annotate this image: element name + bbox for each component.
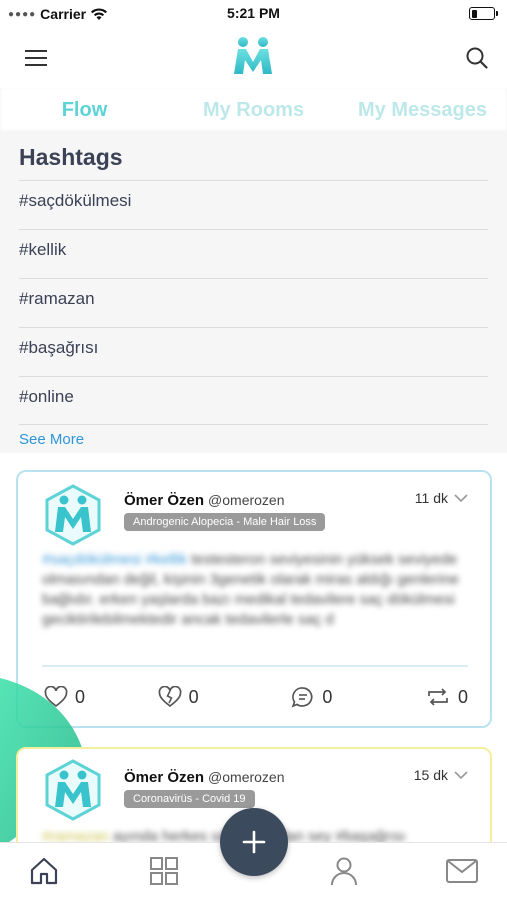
author-name[interactable]: Ömer Özen @omerozen [124, 492, 285, 509]
hashtags-title: Hashtags [19, 144, 123, 170]
chevron-down-icon[interactable] [454, 770, 468, 780]
topic-badge[interactable]: Androgenic Alopecia - Male Hair Loss [124, 513, 326, 531]
grid-icon[interactable] [148, 855, 180, 887]
post-body: #saçdökülmesi #kellik testesteron seviye… [42, 550, 468, 630]
author-handle: @omerozen [208, 492, 285, 508]
plus-icon [242, 830, 266, 854]
hashtag-item[interactable]: #kellik [19, 229, 488, 278]
repost-icon [428, 688, 448, 706]
mail-icon[interactable] [446, 855, 478, 887]
status-time: 5:21 PM [227, 5, 280, 21]
avatar [45, 484, 101, 546]
topic-badge[interactable]: Coronavirüs - Covid 19 [124, 790, 255, 808]
add-post-button[interactable] [220, 808, 288, 876]
see-more-link[interactable]: See More [19, 425, 488, 448]
post-time-text: 15 dk [413, 767, 448, 783]
status-bar: ●●●● Carrier 5:21 PM [0, 0, 507, 28]
hashtag-item[interactable]: #saçdökülmesi [19, 180, 488, 229]
tab-flow[interactable]: Flow [0, 88, 169, 132]
tab-bar: Flow My Rooms My Messages [0, 88, 507, 132]
post-actions: 0 0 0 0 [44, 682, 468, 712]
post-time: 11 dk [415, 490, 468, 506]
battery-fill [471, 9, 477, 18]
comment-count: 0 [322, 686, 333, 707]
author-name[interactable]: Ömer Özen @omerozen [124, 769, 285, 786]
hashtag-item[interactable]: #başağrısı [19, 327, 488, 376]
battery-icon [469, 7, 498, 20]
post-card[interactable]: Ömer Özen @omerozen Androgenic Alopecia -… [16, 470, 492, 728]
author-handle: @omerozen [208, 769, 285, 785]
post-divider [42, 665, 468, 667]
tab-my-rooms[interactable]: My Rooms [169, 88, 338, 132]
hamburger-menu-icon[interactable] [22, 44, 50, 72]
hashtag-item[interactable]: #ramazan [19, 278, 488, 327]
author-name-text: Ömer Özen [124, 492, 205, 509]
dislike-action[interactable]: 0 [158, 682, 199, 712]
search-icon[interactable] [463, 44, 491, 72]
hashtag-item[interactable]: #online [19, 376, 488, 425]
comment-action[interactable]: 0 [291, 682, 332, 712]
broken-heart-icon [158, 686, 182, 708]
app-logo [232, 36, 274, 81]
chevron-down-icon[interactable] [454, 493, 468, 503]
repost-action[interactable]: 0 [425, 682, 468, 712]
home-icon[interactable] [28, 855, 60, 887]
profile-icon[interactable] [328, 855, 360, 887]
avatar [45, 759, 101, 821]
post-time-text: 11 dk [414, 490, 448, 506]
post-time: 15 dk [414, 767, 468, 783]
hashtags-section: Hashtags #saçdökülmesi #kellik #ramazan … [0, 132, 507, 453]
author-name-text: Ömer Özen [124, 769, 205, 786]
tab-my-messages[interactable]: My Messages [338, 88, 507, 132]
dislike-count: 0 [188, 686, 199, 707]
repost-count: 0 [457, 686, 468, 707]
post-tags: #saçdökülmesi #kellik [42, 551, 188, 568]
comment-icon [291, 687, 313, 708]
